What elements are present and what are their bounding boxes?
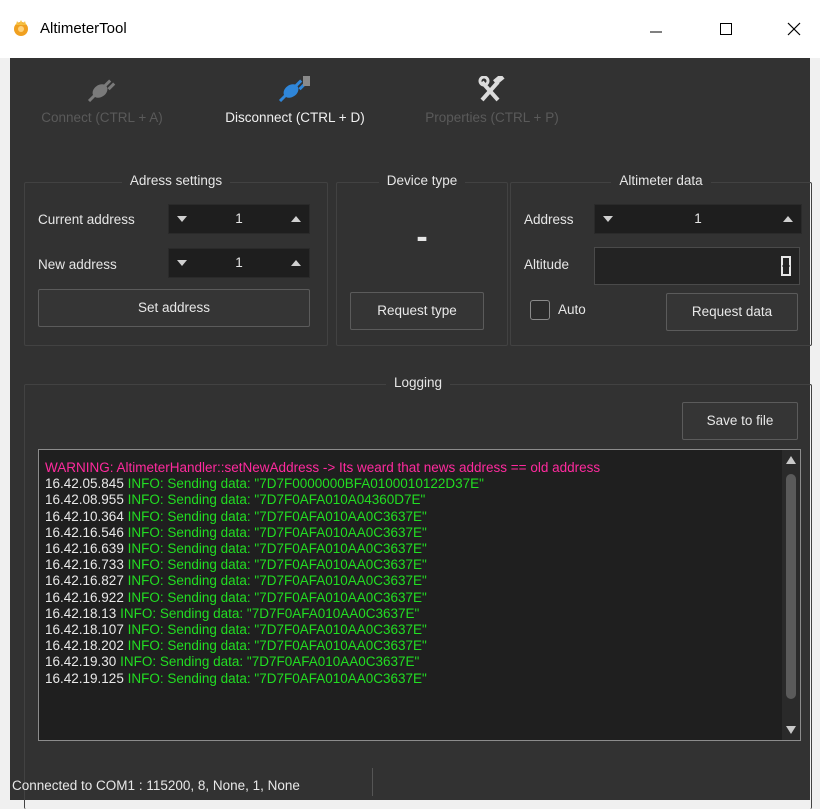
chevron-up-icon[interactable] bbox=[291, 260, 301, 266]
log-message: INFO: Sending data: "7D7F0000000BFA01000… bbox=[127, 476, 484, 492]
set-address-button[interactable]: Set address bbox=[38, 289, 310, 327]
log-timestamp: 16.42.16.546 bbox=[45, 524, 128, 540]
log-line: 16.42.18.13 INFO: Sending data: "7D7F0AF… bbox=[45, 606, 775, 622]
lcd-digit-icon bbox=[781, 256, 791, 276]
log-message: WARNING: AltimeterHandler::setNewAddress… bbox=[45, 460, 601, 475]
altitude-label: Altitude bbox=[524, 257, 570, 272]
device-type-title: Device type bbox=[378, 173, 466, 188]
log-message: INFO: Sending data: "7D7F0AFA010AA0C3637… bbox=[127, 670, 427, 686]
log-message: INFO: Sending data: "7D7F0AFA010AA0C3637… bbox=[127, 589, 427, 605]
log-line: 16.42.18.202 INFO: Sending data: "7D7F0A… bbox=[45, 638, 775, 654]
statusbar-separator bbox=[372, 768, 373, 796]
log-line: 16.42.16.546 INFO: Sending data: "7D7F0A… bbox=[45, 525, 775, 541]
log-timestamp: 16.42.08.955 bbox=[45, 492, 128, 508]
log-scrollbar[interactable] bbox=[782, 450, 800, 740]
close-button[interactable] bbox=[768, 0, 820, 58]
window-title: AltimeterTool bbox=[40, 20, 127, 37]
properties-label: Properties (CTRL + P) bbox=[425, 110, 559, 125]
new-address-label: New address bbox=[38, 257, 117, 272]
log-message: INFO: Sending data: "7D7F0AFA010AA0C3637… bbox=[127, 524, 427, 540]
new-address-value: 1 bbox=[235, 255, 243, 270]
log-timestamp: 16.42.05.845 bbox=[45, 476, 128, 492]
app-icon bbox=[14, 20, 28, 36]
altitude-field bbox=[594, 247, 800, 285]
log-timestamp: 16.42.16.922 bbox=[45, 589, 128, 605]
plug-disconnect-icon bbox=[278, 76, 310, 102]
logging-title: Logging bbox=[385, 375, 451, 390]
app-window: AltimeterTool Connect (CTRL + A) Disconn… bbox=[0, 0, 820, 809]
log-line: 16.42.16.733 INFO: Sending data: "7D7F0A… bbox=[45, 557, 775, 573]
log-line: 16.42.10.364 INFO: Sending data: "7D7F0A… bbox=[45, 509, 775, 525]
save-to-file-button[interactable]: Save to file bbox=[682, 402, 798, 440]
altimeter-address-label: Address bbox=[524, 212, 574, 227]
log-line: 16.42.16.922 INFO: Sending data: "7D7F0A… bbox=[45, 590, 775, 606]
log-message: INFO: Sending data: "7D7F0AFA010AA0C3637… bbox=[127, 541, 427, 557]
log-line-warning: WARNING: AltimeterHandler::setNewAddress… bbox=[45, 460, 775, 476]
scroll-thumb[interactable] bbox=[786, 474, 796, 699]
auto-label: Auto bbox=[558, 302, 586, 317]
request-data-button[interactable]: Request data bbox=[666, 293, 798, 331]
log-timestamp: 16.42.16.733 bbox=[45, 557, 128, 573]
connect-label: Connect (CTRL + A) bbox=[41, 110, 163, 125]
log-timestamp: 16.42.16.827 bbox=[45, 573, 128, 589]
log-line: 16.42.16.639 INFO: Sending data: "7D7F0A… bbox=[45, 541, 775, 557]
new-address-spinbox[interactable]: 1 bbox=[168, 248, 310, 278]
log-message: INFO: Sending data: "7D7F0AFA010A04360D7… bbox=[127, 492, 426, 508]
scroll-up-icon[interactable] bbox=[786, 456, 796, 464]
properties-button[interactable]: Properties (CTRL + P) bbox=[402, 64, 582, 134]
log-message: INFO: Sending data: "7D7F0AFA010AA0C3637… bbox=[127, 573, 427, 589]
current-address-spinbox[interactable]: 1 bbox=[168, 204, 310, 234]
close-icon bbox=[787, 22, 801, 36]
log-timestamp: 16.42.16.639 bbox=[45, 541, 128, 557]
log-message: INFO: Sending data: "7D7F0AFA010AA0C3637… bbox=[127, 508, 427, 524]
request-type-button[interactable]: Request type bbox=[350, 292, 484, 330]
disconnect-button[interactable]: Disconnect (CTRL + D) bbox=[200, 64, 390, 134]
chevron-up-icon[interactable] bbox=[783, 216, 793, 222]
auto-checkbox[interactable] bbox=[530, 300, 550, 320]
statusbar-text: Connected to COM1 : 115200, 8, None, 1, … bbox=[12, 778, 300, 793]
maximize-button[interactable] bbox=[700, 0, 752, 58]
minimize-button[interactable] bbox=[630, 0, 682, 58]
log-timestamp: 16.42.19.30 bbox=[45, 654, 121, 670]
device-type-value: - bbox=[416, 218, 428, 256]
log-lines: WARNING: AltimeterHandler::setNewAddress… bbox=[45, 460, 775, 687]
log-line: 16.42.18.107 INFO: Sending data: "7D7F0A… bbox=[45, 622, 775, 638]
log-timestamp: 16.42.19.125 bbox=[45, 670, 128, 686]
chevron-up-icon[interactable] bbox=[291, 216, 301, 222]
log-timestamp: 16.42.10.364 bbox=[45, 508, 128, 524]
window-edge bbox=[0, 58, 10, 800]
tools-icon bbox=[478, 76, 505, 102]
maximize-icon bbox=[720, 23, 732, 35]
minimize-icon bbox=[650, 31, 662, 33]
current-address-label: Current address bbox=[38, 212, 135, 227]
log-timestamp: 16.42.18.202 bbox=[45, 638, 128, 654]
connect-button[interactable]: Connect (CTRL + A) bbox=[22, 64, 182, 134]
log-line: 16.42.19.30 INFO: Sending data: "7D7F0AF… bbox=[45, 654, 775, 670]
plug-connect-icon bbox=[87, 79, 116, 102]
title-bar: AltimeterTool bbox=[0, 0, 820, 58]
log-message: INFO: Sending data: "7D7F0AFA010AA0C3637… bbox=[120, 654, 420, 670]
log-line: 16.42.08.955 INFO: Sending data: "7D7F0A… bbox=[45, 492, 775, 508]
disconnect-label: Disconnect (CTRL + D) bbox=[225, 110, 365, 125]
log-message: INFO: Sending data: "7D7F0AFA010AA0C3637… bbox=[127, 638, 427, 654]
log-view[interactable]: WARNING: AltimeterHandler::setNewAddress… bbox=[38, 449, 801, 741]
log-message: INFO: Sending data: "7D7F0AFA010AA0C3637… bbox=[127, 557, 427, 573]
current-address-value: 1 bbox=[235, 211, 243, 226]
log-line: 16.42.19.125 INFO: Sending data: "7D7F0A… bbox=[45, 671, 775, 687]
log-message: INFO: Sending data: "7D7F0AFA010AA0C3637… bbox=[127, 622, 427, 638]
log-timestamp: 16.42.18.13 bbox=[45, 605, 121, 621]
altimeter-data-title: Altimeter data bbox=[611, 173, 711, 188]
address-settings-title: Adress settings bbox=[121, 173, 231, 188]
log-line: 16.42.16.827 INFO: Sending data: "7D7F0A… bbox=[45, 573, 775, 589]
altimeter-address-spinbox[interactable]: 1 bbox=[594, 204, 802, 234]
log-timestamp: 16.42.18.107 bbox=[45, 622, 128, 638]
scroll-down-icon[interactable] bbox=[786, 726, 796, 734]
log-line: 16.42.05.845 INFO: Sending data: "7D7F00… bbox=[45, 476, 775, 492]
altimeter-address-value: 1 bbox=[694, 211, 702, 226]
log-message: INFO: Sending data: "7D7F0AFA010AA0C3637… bbox=[120, 605, 420, 621]
